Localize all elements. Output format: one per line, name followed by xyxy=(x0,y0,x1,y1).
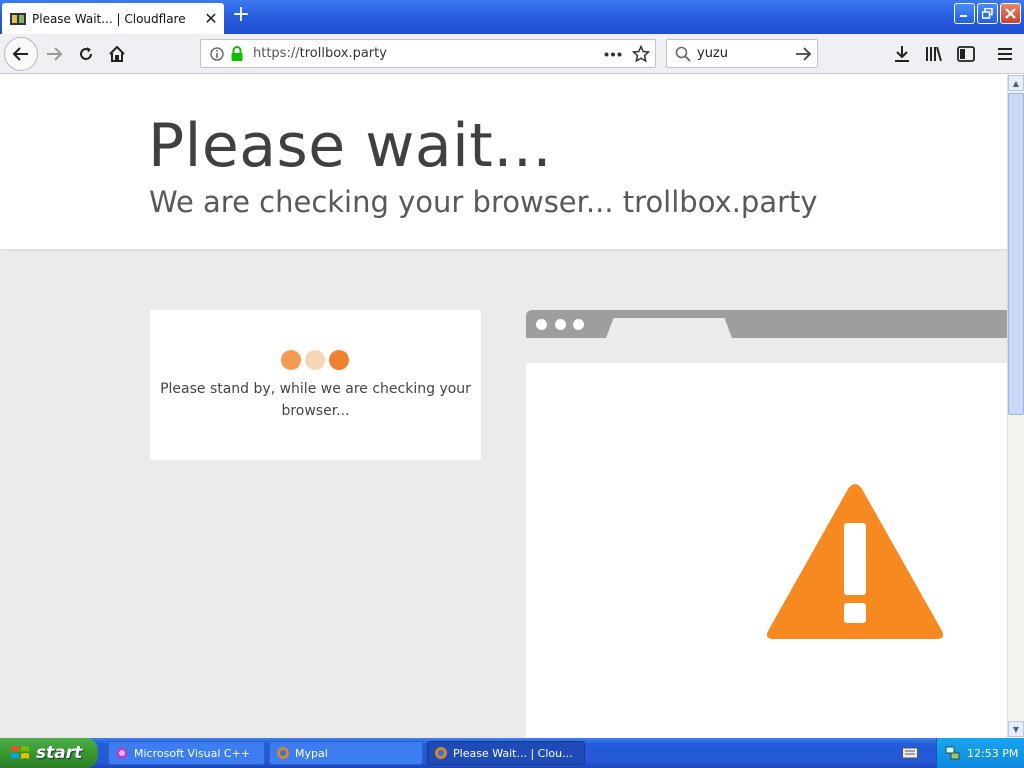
network-icon[interactable] xyxy=(945,745,961,761)
search-go-icon[interactable] xyxy=(795,46,812,62)
url-text[interactable]: https://trollbox.party xyxy=(253,46,387,61)
taskbar-item[interactable]: Mypal xyxy=(269,741,423,765)
scroll-down-arrow-icon[interactable]: ▼ xyxy=(1008,721,1024,737)
library-icon xyxy=(926,46,942,62)
lock-icon[interactable] xyxy=(230,46,244,61)
menu-button[interactable] xyxy=(989,38,1021,70)
illustration-dot xyxy=(536,319,547,330)
download-icon xyxy=(895,46,909,62)
url-scheme: https:// xyxy=(253,46,300,61)
vertical-scrollbar[interactable]: ▲ ▼ xyxy=(1007,75,1024,738)
page-header: Please wait... We are checking your brow… xyxy=(0,75,1007,249)
close-window-button[interactable] xyxy=(1000,3,1021,24)
close-icon xyxy=(1005,8,1016,19)
arrow-right-icon xyxy=(47,47,63,61)
search-icon xyxy=(675,46,691,62)
sidebar-button[interactable] xyxy=(950,38,982,70)
home-button[interactable] xyxy=(101,38,133,70)
minimize-button[interactable] xyxy=(954,3,975,24)
illustration-toolbar xyxy=(526,310,1007,338)
start-label: start xyxy=(36,743,83,763)
illustration-dot xyxy=(573,319,584,330)
search-input[interactable]: yuzu xyxy=(697,46,728,61)
restore-button[interactable] xyxy=(977,3,998,24)
illustration-tab xyxy=(606,318,732,338)
scroll-up-arrow-icon[interactable]: ▲ xyxy=(1008,75,1024,91)
favicon-icon xyxy=(10,12,26,25)
navigation-toolbar: https://trollbox.party yuzu xyxy=(0,34,1024,74)
home-icon xyxy=(109,45,125,62)
info-icon[interactable] xyxy=(210,47,224,61)
hamburger-menu-icon xyxy=(998,48,1012,60)
loading-dot xyxy=(281,350,301,370)
tab-title: Please Wait... | Cloudflare xyxy=(32,11,186,26)
arrow-left-icon xyxy=(12,47,28,61)
url-host: trollbox.party xyxy=(299,46,387,61)
search-bar[interactable]: yuzu xyxy=(666,39,818,68)
taskbar-item-active[interactable]: Please Wait... | Clou... xyxy=(427,741,585,765)
mypal-icon xyxy=(435,747,447,759)
reload-icon xyxy=(80,47,92,60)
mypal-icon xyxy=(277,747,289,759)
back-button[interactable] xyxy=(4,37,38,71)
standby-message-line2: browser... xyxy=(281,403,350,419)
scrollbar-thumb[interactable] xyxy=(1008,93,1024,415)
tab-cloudflare[interactable]: Please Wait... | Cloudflare ✕ xyxy=(2,3,224,34)
loading-dots xyxy=(281,350,349,370)
taskbar-item[interactable]: Microsoft Visual C++ xyxy=(108,741,265,765)
taskbar: start Microsoft Visual C++ Mypal Please … xyxy=(0,738,1024,768)
taskbar-item-label: Mypal xyxy=(295,746,328,760)
forward-button[interactable] xyxy=(38,38,70,70)
page-title: Please wait... xyxy=(148,111,553,181)
start-button[interactable]: start xyxy=(0,738,98,768)
reload-button[interactable] xyxy=(70,38,102,70)
page-content: Please wait... We are checking your brow… xyxy=(0,75,1007,738)
page-actions-icon[interactable] xyxy=(604,52,622,57)
minimize-icon xyxy=(960,15,967,17)
visual-cpp-icon xyxy=(116,747,128,759)
system-tray: 12:53 PM xyxy=(936,738,1024,768)
url-bar[interactable]: https://trollbox.party xyxy=(200,39,656,68)
tab-strip: Please Wait... | Cloudflare ✕ + xyxy=(0,0,1024,34)
page-subtitle: We are checking your browser... trollbox… xyxy=(149,185,818,219)
taskbar-item-label: Microsoft Visual C++ xyxy=(134,746,251,760)
browser-illustration xyxy=(526,310,1007,738)
standby-message: Please stand by, while we are checking y… xyxy=(160,378,471,422)
downloads-button[interactable] xyxy=(886,38,918,70)
keyboard-icon[interactable] xyxy=(902,746,918,760)
taskbar-item-label: Please Wait... | Clou... xyxy=(453,746,573,760)
warning-icon xyxy=(766,484,944,639)
bookmark-star-icon[interactable] xyxy=(632,45,650,63)
new-tab-button[interactable]: + xyxy=(229,4,253,27)
library-button[interactable] xyxy=(918,38,950,70)
sidebar-icon xyxy=(957,46,975,62)
tab-close-icon[interactable]: ✕ xyxy=(198,3,224,34)
illustration-page xyxy=(526,363,1007,738)
clock: 12:53 PM xyxy=(967,746,1019,760)
loading-dot xyxy=(305,350,325,370)
restore-icon xyxy=(982,8,993,19)
illustration-dot xyxy=(555,319,566,330)
standby-message-line1: Please stand by, while we are checking y… xyxy=(160,381,471,397)
loading-dot xyxy=(329,350,349,370)
standby-card: Please stand by, while we are checking y… xyxy=(150,310,481,460)
windows-logo-icon xyxy=(11,746,29,759)
